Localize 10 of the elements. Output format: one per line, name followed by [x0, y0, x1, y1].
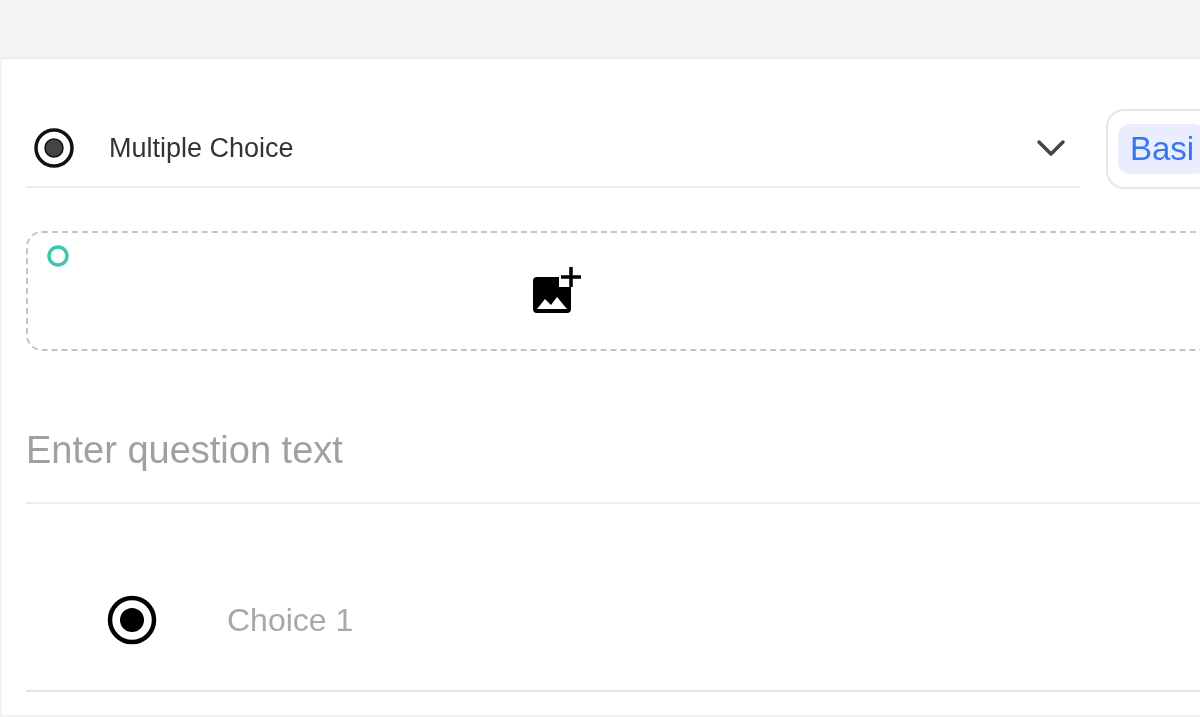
question-input[interactable]: Enter question text [26, 411, 1200, 504]
question-type-dropdown[interactable]: Multiple Choice [26, 110, 1080, 188]
question-type-label: Multiple Choice [109, 132, 295, 164]
circle-icon [46, 244, 70, 268]
chevron-down-icon [1036, 139, 1066, 157]
mode-tab[interactable]: Basi [1118, 124, 1200, 174]
add-image-icon [531, 267, 581, 315]
radio-icon [32, 126, 76, 170]
radio-button[interactable] [106, 594, 158, 646]
choice-input[interactable]: Choice 1 [225, 600, 829, 640]
